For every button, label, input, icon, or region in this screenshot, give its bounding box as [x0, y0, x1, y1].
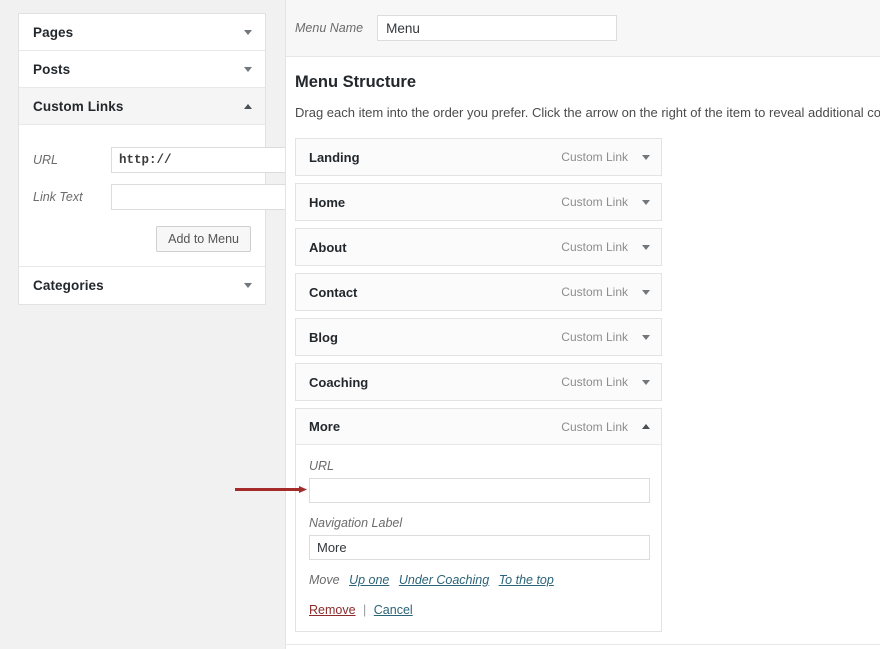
menu-item-title: Landing [309, 149, 360, 165]
menu-name-label: Menu Name [295, 21, 364, 35]
custom-link-actions: Add to Menu [33, 226, 251, 252]
sidebar-panel-pages-label: Pages [33, 24, 74, 40]
custom-link-text-input[interactable] [111, 184, 303, 210]
chevron-up-icon[interactable] [244, 103, 252, 109]
chevron-down-icon[interactable] [244, 283, 252, 288]
action-separator: | [363, 603, 367, 617]
menu-item-settings-panel: URL Navigation Label Move Up one Under C… [296, 445, 661, 631]
menu-item-title: Home [309, 194, 346, 210]
custom-link-url-label: URL [33, 153, 59, 167]
move-up-one-link[interactable]: Up one [349, 573, 389, 587]
custom-links-panel-body: URL Link Text Add to Menu [19, 125, 303, 267]
add-to-menu-button[interactable]: Add to Menu [156, 226, 251, 252]
menu-name-input[interactable] [377, 15, 618, 41]
menu-item-title: Coaching [309, 374, 369, 390]
sidebar-panel-pages[interactable]: Pages [19, 14, 265, 51]
cancel-link[interactable]: Cancel [374, 603, 413, 617]
item-actions-row: Remove | Cancel [309, 603, 650, 617]
sidebar-panel-posts-label: Posts [33, 61, 71, 77]
custom-link-url-row: URL [33, 147, 294, 173]
move-label: Move [309, 573, 340, 587]
sidebar-panel-categories-label: Categories [33, 278, 104, 293]
menu-item-type: Custom Link [561, 419, 628, 434]
menu-item-type: Custom Link [561, 285, 628, 299]
move-under-coaching-link[interactable]: Under Coaching [399, 573, 489, 587]
custom-link-text-label: Link Text [33, 190, 83, 204]
menu-item-header[interactable]: Landing Custom Link [296, 139, 661, 175]
chevron-down-icon[interactable] [642, 334, 650, 340]
menu-name-bar: Menu Name [286, 0, 880, 57]
menu-item-type: Custom Link [561, 330, 628, 344]
chevron-up-icon[interactable] [642, 424, 650, 429]
sidebar-panel-custom-links[interactable]: Custom Links [19, 88, 265, 125]
menu-item-type: Custom Link [561, 150, 628, 164]
menu-item-title: Blog [309, 329, 338, 345]
sidebar-panel-posts[interactable]: Posts [19, 51, 265, 88]
menu-item-type: Custom Link [561, 195, 628, 209]
menu-editor-main: Menu Name Menu Structure Drag each item … [285, 0, 880, 649]
bottom-divider [285, 644, 880, 645]
menu-item-header[interactable]: Contact Custom Link [296, 274, 661, 310]
add-menu-items-sidebar: Pages Posts Custom Links URL Link Text A… [18, 13, 303, 305]
expanded-item-nav-label-label: Navigation Label [309, 516, 403, 530]
menu-item-home[interactable]: Home Custom Link [295, 183, 662, 221]
expanded-item-nav-label-input[interactable] [309, 535, 650, 560]
menu-item-title: Contact [309, 284, 358, 300]
move-to-the-top-link[interactable]: To the top [499, 573, 554, 587]
custom-link-text-row: Link Text [33, 184, 303, 210]
expanded-item-url-input[interactable] [309, 478, 650, 503]
menu-item-header[interactable]: About Custom Link [296, 229, 661, 265]
move-links-row: Move Up one Under Coaching To the top [309, 573, 650, 587]
remove-link[interactable]: Remove [309, 603, 356, 617]
menu-item-header[interactable]: Blog Custom Link [296, 319, 661, 355]
custom-link-url-input[interactable] [111, 147, 294, 173]
menu-item-type: Custom Link [561, 240, 628, 254]
menu-item-more[interactable]: More Custom Link URL Navigation Label Mo… [295, 408, 662, 632]
chevron-down-icon[interactable] [642, 199, 650, 205]
menu-item-blog[interactable]: Blog Custom Link [295, 318, 662, 356]
chevron-down-icon[interactable] [642, 154, 650, 160]
menu-items-list: Landing Custom Link Home Custom Link Abo… [295, 138, 662, 632]
menu-item-header[interactable]: More Custom Link [296, 409, 661, 445]
menu-item-coaching[interactable]: Coaching Custom Link [295, 363, 662, 401]
menu-item-title: More [309, 419, 341, 434]
menu-item-header[interactable]: Home Custom Link [296, 184, 661, 220]
menu-item-header[interactable]: Coaching Custom Link [296, 364, 661, 400]
structure-description: Drag each item into the order you prefer… [295, 105, 880, 120]
menu-item-type: Custom Link [561, 375, 628, 389]
sidebar-panel-custom-links-label: Custom Links [33, 98, 124, 114]
menu-item-contact[interactable]: Contact Custom Link [295, 273, 662, 311]
chevron-down-icon[interactable] [244, 29, 252, 35]
chevron-down-icon[interactable] [642, 289, 650, 295]
sidebar-panel-categories[interactable]: Categories [19, 267, 265, 304]
menu-item-landing[interactable]: Landing Custom Link [295, 138, 662, 176]
menu-item-about[interactable]: About Custom Link [295, 228, 662, 266]
page-title: Menu Structure [295, 73, 417, 91]
menu-item-title: About [309, 239, 347, 255]
chevron-down-icon[interactable] [642, 379, 650, 385]
chevron-down-icon[interactable] [642, 244, 650, 250]
expanded-item-url-label: URL [309, 459, 335, 473]
chevron-down-icon[interactable] [244, 66, 252, 72]
